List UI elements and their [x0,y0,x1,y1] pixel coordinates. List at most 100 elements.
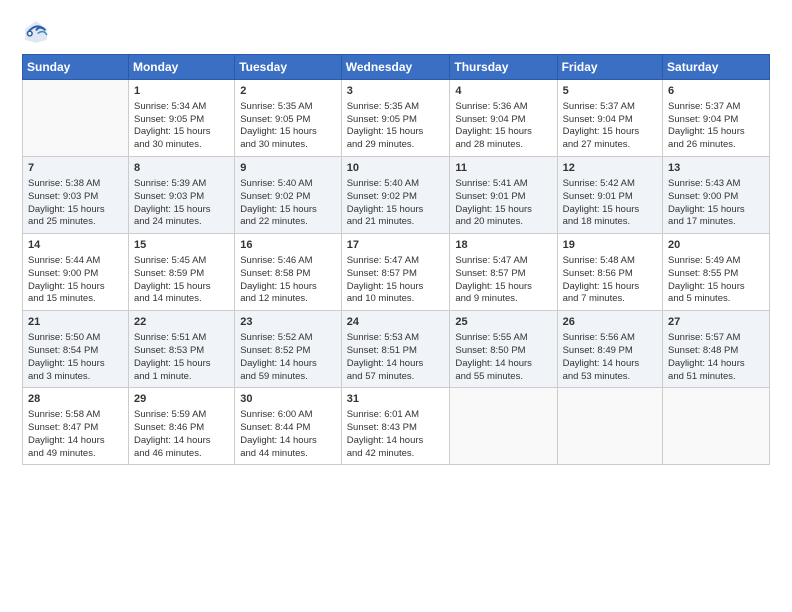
day-info: Sunrise: 5:46 AM Sunset: 8:58 PM Dayligh… [240,255,336,306]
week-row-4: 21Sunrise: 5:50 AM Sunset: 8:54 PM Dayli… [23,311,770,388]
calendar-cell: 7 Sunrise: 5:38 AM Sunset: 9:03 PM Daylig… [23,157,129,234]
day-info: Sunrise: 5:39 AM Sunset: 9:03 PM Dayligh… [134,178,229,229]
day-info: Sunrise: 5:34 AM Sunset: 9:05 PM Dayligh… [134,101,229,152]
calendar-cell: 28 Sunrise: 5:58 AM Sunset: 8:47 PM Dayli… [23,388,129,465]
calendar-cell: 25 Sunrise: 5:55 AM Sunset: 8:50 PM Dayli… [450,311,557,388]
day-info: Sunrise: 5:42 AM Sunset: 9:01 PM Dayligh… [563,178,657,229]
day-info: Sunrise: 5:36 AM Sunset: 9:04 PM Dayligh… [455,101,551,152]
calendar-cell: 5 Sunrise: 5:37 AM Sunset: 9:04 PM Daylig… [557,80,662,157]
calendar-cell: 1 Sunrise: 5:34 AM Sunset: 9:05 PM Daylig… [128,80,234,157]
day-info: Sunrise: 5:57 AM Sunset: 8:48 PM Dayligh… [668,332,764,383]
day-number: 15 [134,238,229,253]
day-number: 18 [455,238,551,253]
logo [22,18,53,46]
weekday-wednesday: Wednesday [341,55,450,80]
day-number: 1 [134,84,229,99]
calendar-cell: 29 Sunrise: 5:59 AM Sunset: 8:46 PM Dayli… [128,388,234,465]
day-number: 16 [240,238,336,253]
day-number: 28 [28,392,123,407]
day-number: 27 [668,315,764,330]
weekday-sunday: Sunday [23,55,129,80]
calendar-cell: 8 Sunrise: 5:39 AM Sunset: 9:03 PM Daylig… [128,157,234,234]
day-info: Sunrise: 5:35 AM Sunset: 9:05 PM Dayligh… [240,101,336,152]
header [22,18,770,46]
calendar-cell: 3Sunrise: 5:35 AM Sunset: 9:05 PM Daylig… [341,80,450,157]
calendar-cell: 15 Sunrise: 5:45 AM Sunset: 8:59 PM Dayli… [128,234,234,311]
day-number: 17 [347,238,445,253]
calendar-cell: 21Sunrise: 5:50 AM Sunset: 8:54 PM Dayli… [23,311,129,388]
calendar-cell: 27 Sunrise: 5:57 AM Sunset: 8:48 PM Dayli… [663,311,770,388]
day-number: 8 [134,161,229,176]
calendar-table: SundayMondayTuesdayWednesdayThursdayFrid… [22,54,770,465]
calendar-cell: 9 Sunrise: 5:40 AM Sunset: 9:02 PM Daylig… [235,157,342,234]
day-number: 4 [455,84,551,99]
day-info: Sunrise: 5:49 AM Sunset: 8:55 PM Dayligh… [668,255,764,306]
day-number: 9 [240,161,336,176]
day-number: 23 [240,315,336,330]
day-number: 5 [563,84,657,99]
day-number: 22 [134,315,229,330]
day-number: 11 [455,161,551,176]
day-info: Sunrise: 5:38 AM Sunset: 9:03 PM Dayligh… [28,178,123,229]
calendar-cell [663,388,770,465]
calendar-cell: 31 Sunrise: 6:01 AM Sunset: 8:43 PM Dayli… [341,388,450,465]
day-info: Sunrise: 5:52 AM Sunset: 8:52 PM Dayligh… [240,332,336,383]
day-number: 6 [668,84,764,99]
weekday-saturday: Saturday [663,55,770,80]
day-info: Sunrise: 5:48 AM Sunset: 8:56 PM Dayligh… [563,255,657,306]
calendar-cell: 6 Sunrise: 5:37 AM Sunset: 9:04 PM Daylig… [663,80,770,157]
day-info: Sunrise: 6:01 AM Sunset: 8:43 PM Dayligh… [347,409,445,460]
day-number: 14 [28,238,123,253]
weekday-monday: Monday [128,55,234,80]
day-number: 7 [28,161,123,176]
day-info: Sunrise: 5:47 AM Sunset: 8:57 PM Dayligh… [455,255,551,306]
calendar-cell: 22 Sunrise: 5:51 AM Sunset: 8:53 PM Dayli… [128,311,234,388]
day-number: 30 [240,392,336,407]
day-number: 12 [563,161,657,176]
calendar-cell: 10Sunrise: 5:40 AM Sunset: 9:02 PM Dayli… [341,157,450,234]
day-number: 20 [668,238,764,253]
calendar-cell: 13 Sunrise: 5:43 AM Sunset: 9:00 PM Dayli… [663,157,770,234]
day-number: 31 [347,392,445,407]
calendar-cell: 20 Sunrise: 5:49 AM Sunset: 8:55 PM Dayli… [663,234,770,311]
day-info: Sunrise: 5:37 AM Sunset: 9:04 PM Dayligh… [563,101,657,152]
day-info: Sunrise: 5:40 AM Sunset: 9:02 PM Dayligh… [240,178,336,229]
week-row-1: 1 Sunrise: 5:34 AM Sunset: 9:05 PM Daylig… [23,80,770,157]
logo-icon [22,18,50,46]
calendar-cell: 19Sunrise: 5:48 AM Sunset: 8:56 PM Dayli… [557,234,662,311]
day-info: Sunrise: 5:59 AM Sunset: 8:46 PM Dayligh… [134,409,229,460]
calendar-cell: 2 Sunrise: 5:35 AM Sunset: 9:05 PM Daylig… [235,80,342,157]
calendar-cell: 26Sunrise: 5:56 AM Sunset: 8:49 PM Dayli… [557,311,662,388]
day-info: Sunrise: 5:37 AM Sunset: 9:04 PM Dayligh… [668,101,764,152]
calendar-cell [450,388,557,465]
day-info: Sunrise: 5:45 AM Sunset: 8:59 PM Dayligh… [134,255,229,306]
day-number: 13 [668,161,764,176]
weekday-header-row: SundayMondayTuesdayWednesdayThursdayFrid… [23,55,770,80]
calendar-cell: 12 Sunrise: 5:42 AM Sunset: 9:01 PM Dayli… [557,157,662,234]
week-row-2: 7 Sunrise: 5:38 AM Sunset: 9:03 PM Daylig… [23,157,770,234]
day-number: 10 [347,161,445,176]
weekday-friday: Friday [557,55,662,80]
calendar-cell: 17 Sunrise: 5:47 AM Sunset: 8:57 PM Dayli… [341,234,450,311]
week-row-5: 28 Sunrise: 5:58 AM Sunset: 8:47 PM Dayli… [23,388,770,465]
day-info: Sunrise: 5:51 AM Sunset: 8:53 PM Dayligh… [134,332,229,383]
day-info: Sunrise: 5:41 AM Sunset: 9:01 PM Dayligh… [455,178,551,229]
day-number: 29 [134,392,229,407]
day-number: 25 [455,315,551,330]
calendar-page: SundayMondayTuesdayWednesdayThursdayFrid… [0,0,792,612]
calendar-cell: 4 Sunrise: 5:36 AM Sunset: 9:04 PM Daylig… [450,80,557,157]
day-info: Sunrise: 5:55 AM Sunset: 8:50 PM Dayligh… [455,332,551,383]
day-info: Sunrise: 5:53 AM Sunset: 8:51 PM Dayligh… [347,332,445,383]
day-info: Sunrise: 5:43 AM Sunset: 9:00 PM Dayligh… [668,178,764,229]
day-info: Sunrise: 5:47 AM Sunset: 8:57 PM Dayligh… [347,255,445,306]
day-number: 26 [563,315,657,330]
day-info: Sunrise: 5:58 AM Sunset: 8:47 PM Dayligh… [28,409,123,460]
week-row-3: 14 Sunrise: 5:44 AM Sunset: 9:00 PM Dayli… [23,234,770,311]
day-number: 2 [240,84,336,99]
day-info: Sunrise: 5:35 AM Sunset: 9:05 PM Dayligh… [347,101,445,152]
calendar-cell [557,388,662,465]
day-info: Sunrise: 5:44 AM Sunset: 9:00 PM Dayligh… [28,255,123,306]
calendar-cell: 14 Sunrise: 5:44 AM Sunset: 9:00 PM Dayli… [23,234,129,311]
weekday-thursday: Thursday [450,55,557,80]
calendar-cell: 23 Sunrise: 5:52 AM Sunset: 8:52 PM Dayli… [235,311,342,388]
